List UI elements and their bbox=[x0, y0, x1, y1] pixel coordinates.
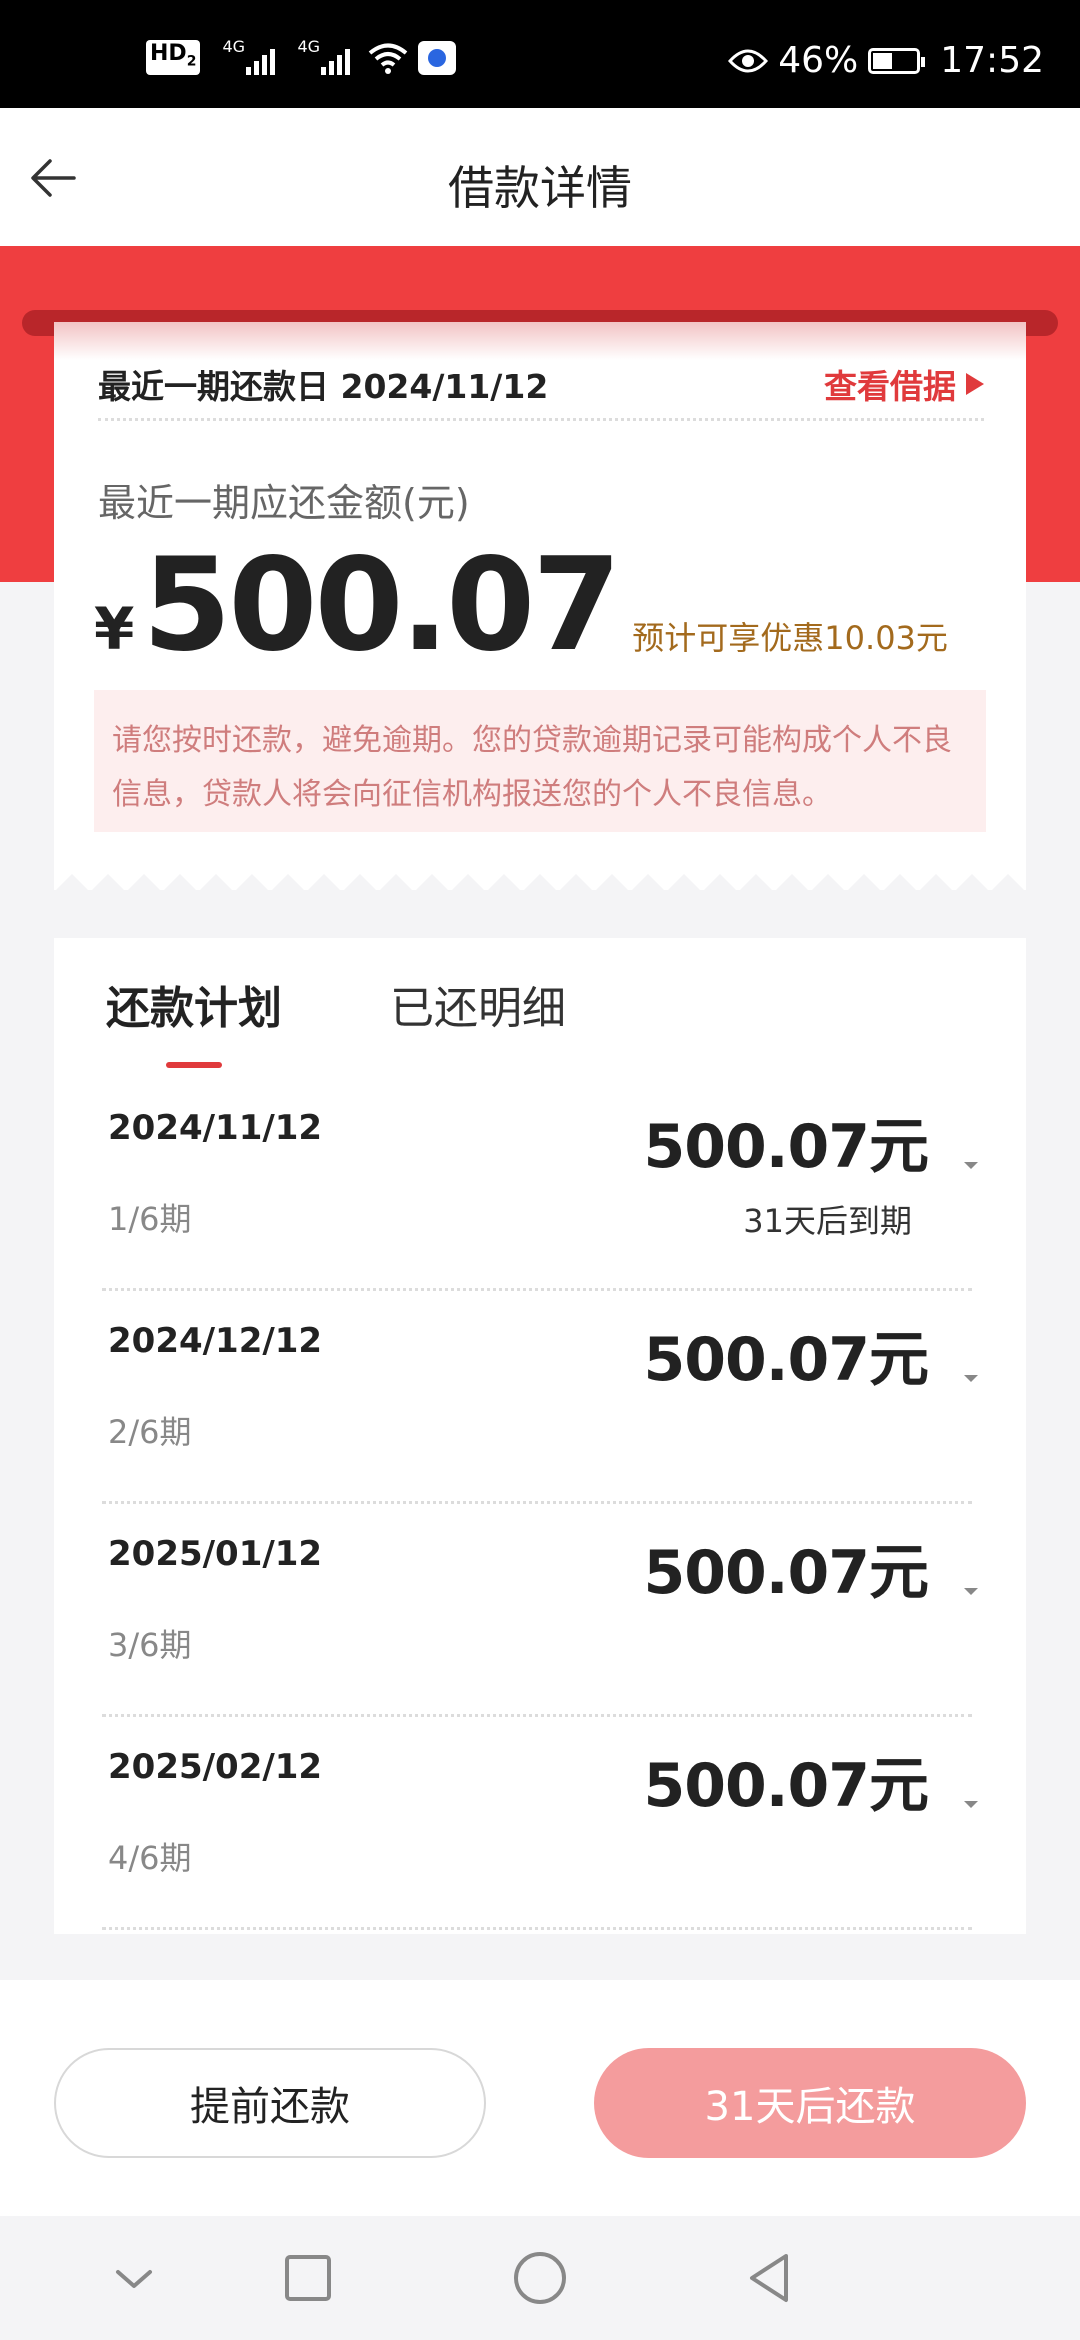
bottom-action-bar: 提前还款 31天后还款 bbox=[0, 1980, 1080, 2216]
tab-paid-details[interactable]: 已还明细 bbox=[390, 972, 566, 1036]
repay-button[interactable]: 31天后还款 bbox=[594, 2048, 1026, 2158]
amount-label: 最近一期应还金额(元) bbox=[98, 481, 470, 525]
app-header: 借款详情 bbox=[0, 108, 1080, 246]
installment-amount: 500.07元 bbox=[643, 1112, 929, 1182]
system-nav-bar bbox=[0, 2216, 1080, 2340]
schedule-row[interactable]: 2024/12/12 2/6期 500.07元 bbox=[54, 1291, 1026, 1504]
repayment-summary-card: 最近一期还款日 2024/11/12 查看借据 最近一期应还金额(元) ¥ 50… bbox=[54, 322, 1026, 890]
battery-level bbox=[873, 52, 893, 69]
currency-symbol: ¥ bbox=[94, 595, 135, 663]
status-bar: HD2 4G 4G 46% 17:52 bbox=[0, 0, 1080, 108]
installment-term: 3/6期 bbox=[108, 1626, 192, 1664]
battery-icon bbox=[868, 47, 926, 74]
warning-line: 信息，贷款人将会向征信机构报送您的个人不良信息。 bbox=[112, 777, 832, 812]
installment-date: 2025/02/12 bbox=[108, 1747, 323, 1787]
status-right: 46% 17:52 bbox=[728, 40, 1044, 81]
chevron-down-icon[interactable] bbox=[104, 2248, 164, 2308]
view-voucher-label: 查看借据 bbox=[824, 367, 956, 406]
overdue-warning: 请您按时还款，避免逾期。您的贷款逾期记录可能构成个人不良 信息，贷款人将会向征信… bbox=[94, 690, 986, 832]
view-voucher-link[interactable]: 查看借据 bbox=[824, 360, 984, 408]
chevron-down-icon[interactable] bbox=[964, 1801, 978, 1808]
tab-repayment-plan[interactable]: 还款计划 bbox=[106, 972, 282, 1036]
installment-date: 2024/12/12 bbox=[108, 1321, 323, 1361]
square-icon[interactable] bbox=[278, 2248, 338, 2308]
installment-term: 2/6期 bbox=[108, 1413, 192, 1451]
wifi-icon bbox=[369, 43, 408, 74]
receipt-zigzag-edge bbox=[54, 874, 1026, 892]
schedule-row[interactable]: 2025/02/12 4/6期 500.07元 bbox=[54, 1717, 1026, 1930]
signal-icon: 4G bbox=[297, 37, 351, 75]
chevron-down-icon[interactable] bbox=[964, 1162, 978, 1169]
active-tab-indicator bbox=[166, 1062, 222, 1068]
warning-line: 请您按时还款，避免逾期。您的贷款逾期记录可能构成个人不良 bbox=[112, 723, 952, 758]
due-date-label: 最近一期还款日 2024/11/12 bbox=[98, 367, 549, 406]
installment-amount: 500.07元 bbox=[643, 1538, 929, 1608]
discount-text: 预计可享优惠10.03元 bbox=[632, 619, 948, 657]
baidu-app-icon bbox=[418, 40, 457, 75]
due-amount: 500.07 bbox=[142, 531, 621, 680]
triangle-right-icon bbox=[966, 373, 984, 395]
repayment-plan-card: 还款计划 已还明细 2024/11/12 1/6期 500.07元 31天后到期… bbox=[54, 938, 1026, 1934]
page-title: 借款详情 bbox=[448, 161, 632, 215]
eye-icon bbox=[728, 49, 769, 72]
due-countdown: 31天后到期 bbox=[743, 1202, 912, 1240]
status-left: HD2 4G 4G bbox=[146, 37, 457, 76]
signal-label: 4G bbox=[222, 36, 246, 56]
installment-amount: 500.07元 bbox=[643, 1325, 929, 1395]
installment-term: 4/6期 bbox=[108, 1839, 192, 1877]
chevron-down-icon[interactable] bbox=[964, 1588, 978, 1595]
prepay-button[interactable]: 提前还款 bbox=[54, 2048, 486, 2158]
circle-icon[interactable] bbox=[510, 2248, 570, 2308]
row-divider bbox=[102, 1927, 972, 1930]
schedule-row[interactable]: 2025/01/12 3/6期 500.07元 bbox=[54, 1504, 1026, 1717]
installment-term: 1/6期 bbox=[108, 1200, 192, 1238]
receipt-shadow bbox=[54, 322, 1026, 360]
chevron-down-icon[interactable] bbox=[964, 1375, 978, 1382]
hd-icon: HD2 bbox=[146, 40, 201, 76]
divider bbox=[98, 418, 984, 421]
amount-row: ¥ 500.07 预计可享优惠10.03元 bbox=[94, 542, 948, 670]
installment-amount: 500.07元 bbox=[643, 1751, 929, 1821]
installment-date: 2025/01/12 bbox=[108, 1534, 323, 1574]
triangle-back-icon[interactable] bbox=[740, 2248, 800, 2308]
signal-label: 4G bbox=[297, 36, 321, 56]
battery-percent: 46% bbox=[778, 40, 859, 81]
schedule-row[interactable]: 2024/11/12 1/6期 500.07元 31天后到期 bbox=[54, 1078, 1026, 1291]
installment-date: 2024/11/12 bbox=[108, 1108, 323, 1148]
clock: 17:52 bbox=[940, 40, 1044, 81]
signal-icon: 4G bbox=[222, 37, 276, 75]
